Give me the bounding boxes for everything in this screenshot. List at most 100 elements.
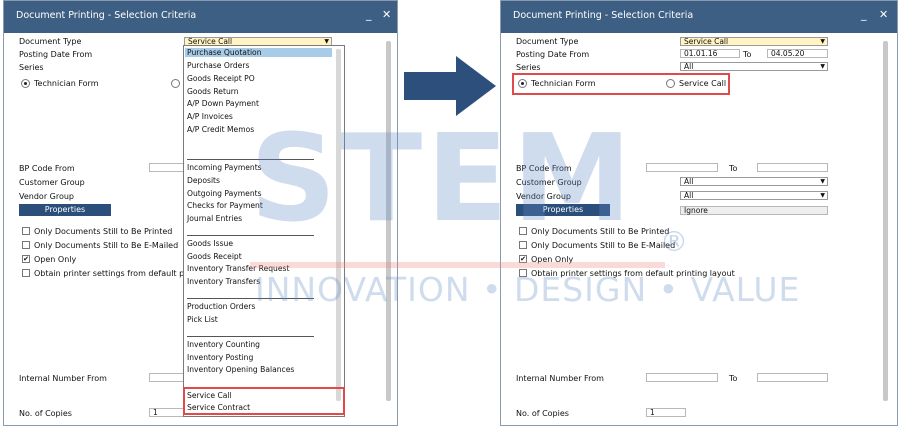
dropdown-option[interactable]: A/P Invoices <box>187 112 233 121</box>
dropdown-option[interactable]: Purchase Quotation <box>185 48 332 57</box>
internal-number-to-field[interactable] <box>757 373 828 382</box>
printer-settings-checkbox[interactable] <box>22 269 30 277</box>
only-printed-label: Only Documents Still to Be Printed <box>531 227 670 236</box>
dropdown-option[interactable]: Journal Entries <box>187 214 242 223</box>
technician-form-radio[interactable] <box>518 79 527 88</box>
bp-code-from-field[interactable] <box>646 163 718 172</box>
bp-code-from-field[interactable] <box>149 163 187 172</box>
close-button[interactable]: ✕ <box>382 8 391 21</box>
dropdown-separator <box>187 235 314 236</box>
check-icon: ✔ <box>23 255 29 263</box>
no-of-copies-field[interactable]: 1 <box>149 408 187 417</box>
dropdown-option[interactable]: Incoming Payments <box>187 163 262 172</box>
dropdown-option[interactable]: Goods Receipt <box>187 252 242 261</box>
dropdown-option[interactable]: Outgoing Payments <box>187 189 262 198</box>
only-printed-checkbox[interactable] <box>22 227 30 235</box>
dropdown-option[interactable]: Inventory Counting <box>187 340 260 349</box>
document-type-label: Document Type <box>516 37 579 46</box>
check-icon: ✔ <box>520 255 526 263</box>
chevron-down-icon[interactable]: ▼ <box>820 63 825 71</box>
window-title: Document Printing - Selection Criteria <box>16 10 197 21</box>
dropdown-option[interactable]: Purchase Orders <box>187 61 249 70</box>
bp-code-to-field[interactable] <box>757 163 828 172</box>
close-button[interactable]: ✕ <box>879 8 888 21</box>
properties-button[interactable]: Properties <box>516 204 610 216</box>
customer-group-label: Customer Group <box>516 178 582 187</box>
minimize-button[interactable]: _ <box>366 8 372 21</box>
dropdown-option[interactable]: A/P Down Payment <box>187 99 259 108</box>
internal-number-to-label: To <box>729 374 738 383</box>
dropdown-separator <box>187 298 314 299</box>
internal-number-from-field[interactable] <box>646 373 718 382</box>
chevron-down-icon[interactable]: ▼ <box>820 192 825 200</box>
series-label: Series <box>516 63 541 72</box>
customer-group-label: Customer Group <box>19 178 85 187</box>
service-call-radio[interactable] <box>171 79 180 88</box>
posting-date-to-value: 04.05.20 <box>771 49 805 58</box>
no-of-copies-field[interactable]: 1 <box>646 408 686 417</box>
right-dialog-window: Document Printing - Selection Criteria _… <box>500 0 898 426</box>
posting-date-from-value: 01.01.16 <box>684 49 718 58</box>
open-only-label: Open Only <box>34 255 77 264</box>
service-call-label: Service Call <box>679 79 727 88</box>
internal-number-from-label: Internal Number From <box>19 374 107 383</box>
printer-settings-checkbox[interactable] <box>519 269 527 277</box>
printer-settings-label: Obtain printer settings from default pri… <box>531 269 735 278</box>
no-of-copies-label: No. of Copies <box>516 409 569 418</box>
dropdown-option[interactable]: Pick List <box>187 315 218 324</box>
dropdown-scrollbar[interactable] <box>336 49 341 401</box>
vendor-group-value: All <box>684 191 694 200</box>
dropdown-option[interactable]: Checks for Payment <box>187 201 263 210</box>
document-type-select[interactable]: Service Call ▼ <box>680 37 828 46</box>
only-printed-checkbox[interactable] <box>519 227 527 235</box>
customer-group-value: All <box>684 177 694 186</box>
internal-number-from-label: Internal Number From <box>516 374 604 383</box>
open-only-label: Open Only <box>531 255 574 264</box>
dropdown-option[interactable]: Goods Receipt PO <box>187 74 255 83</box>
only-emailed-checkbox[interactable] <box>519 241 527 249</box>
chevron-down-icon[interactable]: ▼ <box>820 178 825 186</box>
dropdown-option[interactable]: Inventory Transfers <box>187 277 260 286</box>
series-select[interactable]: All ▼ <box>680 62 828 71</box>
posting-date-from-label: Posting Date From <box>19 50 93 59</box>
customer-group-select[interactable]: All ▼ <box>680 177 828 186</box>
dropdown-option[interactable]: Goods Return <box>187 87 239 96</box>
dropdown-option[interactable]: Goods Issue <box>187 239 233 248</box>
dropdown-option[interactable]: Inventory Opening Balances <box>187 365 294 374</box>
vendor-group-label: Vendor Group <box>516 192 572 201</box>
vendor-group-select[interactable]: All ▼ <box>680 191 828 200</box>
internal-number-from-field[interactable] <box>149 373 187 382</box>
chevron-down-icon[interactable]: ▼ <box>820 38 825 46</box>
dropdown-option[interactable]: Inventory Posting <box>187 353 253 362</box>
technician-form-label: Technician Form <box>531 79 596 88</box>
title-bar[interactable]: Document Printing - Selection Criteria _… <box>501 1 897 33</box>
only-printed-label: Only Documents Still to Be Printed <box>34 227 173 236</box>
posting-date-to-field[interactable]: 04.05.20 <box>767 49 828 58</box>
properties-field: Ignore <box>680 206 828 215</box>
properties-button[interactable]: Properties <box>19 204 111 216</box>
properties-value: Ignore <box>684 206 708 215</box>
posting-date-to-label: To <box>743 50 752 59</box>
dropdown-option[interactable]: Production Orders <box>187 302 255 311</box>
service-call-radio[interactable] <box>666 79 675 88</box>
vertical-scrollbar[interactable] <box>386 41 391 401</box>
dropdown-option[interactable]: A/P Credit Memos <box>187 125 254 134</box>
vendor-group-label: Vendor Group <box>19 192 75 201</box>
vertical-scrollbar[interactable] <box>883 41 888 401</box>
open-only-checkbox[interactable]: ✔ <box>519 255 527 263</box>
minimize-button[interactable]: _ <box>861 8 867 21</box>
only-emailed-label: Only Documents Still to Be E-Mailed <box>531 241 676 250</box>
dropdown-option[interactable]: Inventory Transfer Request <box>187 264 289 273</box>
posting-date-from-field[interactable]: 01.01.16 <box>680 49 740 58</box>
only-emailed-checkbox[interactable] <box>22 241 30 249</box>
no-of-copies-value: 1 <box>153 408 158 417</box>
open-only-checkbox[interactable]: ✔ <box>22 255 30 263</box>
technician-form-radio[interactable] <box>21 79 30 88</box>
title-bar[interactable]: Document Printing - Selection Criteria _… <box>4 1 397 33</box>
document-type-label: Document Type <box>19 37 82 46</box>
dropdown-option[interactable]: Deposits <box>187 176 220 185</box>
series-label: Series <box>19 63 44 72</box>
document-type-dropdown[interactable]: Purchase Quotation Purchase Orders Goods… <box>183 45 345 417</box>
service-options-highlight <box>183 387 345 415</box>
no-of-copies-label: No. of Copies <box>19 409 72 418</box>
